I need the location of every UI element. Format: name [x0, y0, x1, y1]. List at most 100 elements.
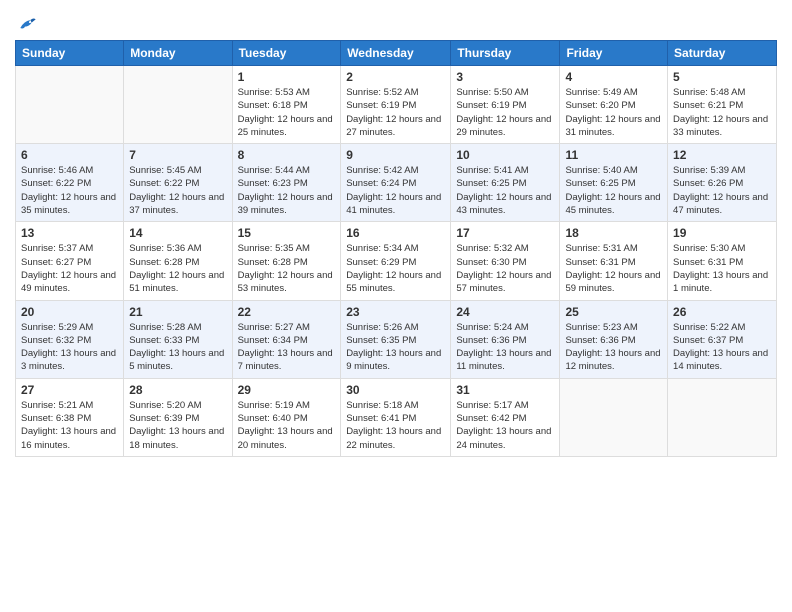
day-number: 21 — [129, 305, 226, 319]
cell-content: Sunrise: 5:41 AMSunset: 6:25 PMDaylight:… — [456, 164, 554, 217]
sunrise-text: Sunrise: 5:29 AM — [21, 322, 93, 333]
sunset-text: Sunset: 6:18 PM — [238, 100, 308, 111]
calendar-table: SundayMondayTuesdayWednesdayThursdayFrid… — [15, 40, 777, 457]
calendar-cell: 13Sunrise: 5:37 AMSunset: 6:27 PMDayligh… — [16, 222, 124, 300]
daylight-text: Daylight: 13 hours and 14 minutes. — [673, 348, 768, 372]
daylight-text: Daylight: 12 hours and 53 minutes. — [238, 270, 333, 294]
calendar-header-row: SundayMondayTuesdayWednesdayThursdayFrid… — [16, 41, 777, 66]
cell-content: Sunrise: 5:32 AMSunset: 6:30 PMDaylight:… — [456, 242, 554, 295]
sunrise-text: Sunrise: 5:22 AM — [673, 322, 745, 333]
sunset-text: Sunset: 6:28 PM — [129, 257, 199, 268]
sunrise-text: Sunrise: 5:48 AM — [673, 87, 745, 98]
sunrise-text: Sunrise: 5:31 AM — [565, 243, 637, 254]
sunset-text: Sunset: 6:33 PM — [129, 335, 199, 346]
day-number: 26 — [673, 305, 771, 319]
day-number: 4 — [565, 70, 662, 84]
calendar-cell: 7Sunrise: 5:45 AMSunset: 6:22 PMDaylight… — [124, 144, 232, 222]
day-number: 31 — [456, 383, 554, 397]
calendar-week-row: 20Sunrise: 5:29 AMSunset: 6:32 PMDayligh… — [16, 300, 777, 378]
calendar-week-row: 6Sunrise: 5:46 AMSunset: 6:22 PMDaylight… — [16, 144, 777, 222]
sunset-text: Sunset: 6:30 PM — [456, 257, 526, 268]
sunset-text: Sunset: 6:28 PM — [238, 257, 308, 268]
cell-content: Sunrise: 5:46 AMSunset: 6:22 PMDaylight:… — [21, 164, 118, 217]
calendar-cell: 3Sunrise: 5:50 AMSunset: 6:19 PMDaylight… — [451, 66, 560, 144]
calendar-cell: 12Sunrise: 5:39 AMSunset: 6:26 PMDayligh… — [668, 144, 777, 222]
calendar-cell: 11Sunrise: 5:40 AMSunset: 6:25 PMDayligh… — [560, 144, 668, 222]
cell-content: Sunrise: 5:48 AMSunset: 6:21 PMDaylight:… — [673, 86, 771, 139]
daylight-text: Daylight: 12 hours and 25 minutes. — [238, 114, 333, 138]
cell-content: Sunrise: 5:36 AMSunset: 6:28 PMDaylight:… — [129, 242, 226, 295]
sunset-text: Sunset: 6:36 PM — [456, 335, 526, 346]
calendar-day-header: Thursday — [451, 41, 560, 66]
day-number: 18 — [565, 226, 662, 240]
day-number: 25 — [565, 305, 662, 319]
calendar-day-header: Tuesday — [232, 41, 341, 66]
sunrise-text: Sunrise: 5:19 AM — [238, 400, 310, 411]
cell-content: Sunrise: 5:40 AMSunset: 6:25 PMDaylight:… — [565, 164, 662, 217]
calendar-cell — [560, 378, 668, 456]
sunrise-text: Sunrise: 5:39 AM — [673, 165, 745, 176]
cell-content: Sunrise: 5:24 AMSunset: 6:36 PMDaylight:… — [456, 321, 554, 374]
calendar-week-row: 1Sunrise: 5:53 AMSunset: 6:18 PMDaylight… — [16, 66, 777, 144]
calendar-cell: 19Sunrise: 5:30 AMSunset: 6:31 PMDayligh… — [668, 222, 777, 300]
daylight-text: Daylight: 13 hours and 5 minutes. — [129, 348, 224, 372]
daylight-text: Daylight: 12 hours and 43 minutes. — [456, 192, 551, 216]
sunrise-text: Sunrise: 5:17 AM — [456, 400, 528, 411]
sunset-text: Sunset: 6:31 PM — [673, 257, 743, 268]
sunrise-text: Sunrise: 5:34 AM — [346, 243, 418, 254]
daylight-text: Daylight: 13 hours and 24 minutes. — [456, 426, 551, 450]
sunset-text: Sunset: 6:40 PM — [238, 413, 308, 424]
sunset-text: Sunset: 6:22 PM — [21, 178, 91, 189]
calendar-cell: 31 Sunrise: 5:17 AMSunset: 6:42 PMDayligh… — [451, 378, 560, 456]
cell-content: Sunrise: 5:28 AMSunset: 6:33 PMDaylight:… — [129, 321, 226, 374]
sunset-text: Sunset: 6:21 PM — [673, 100, 743, 111]
calendar-cell — [124, 66, 232, 144]
sunset-text: Sunset: 6:29 PM — [346, 257, 416, 268]
daylight-text: Daylight: 13 hours and 22 minutes. — [346, 426, 441, 450]
cell-content: Sunrise: 5:21 AMSunset: 6:38 PMDaylight:… — [21, 399, 118, 452]
day-number: 30 — [346, 383, 445, 397]
cell-content: Sunrise: 5:20 AMSunset: 6:39 PMDaylight:… — [129, 399, 226, 452]
cell-content: Sunrise: 5:19 AMSunset: 6:40 PMDaylight:… — [238, 399, 336, 452]
day-number: 15 — [238, 226, 336, 240]
day-number: 22 — [238, 305, 336, 319]
daylight-text: Daylight: 12 hours and 39 minutes. — [238, 192, 333, 216]
sunset-text: Sunset: 6:37 PM — [673, 335, 743, 346]
cell-content: Sunrise: 5:44 AMSunset: 6:23 PMDaylight:… — [238, 164, 336, 217]
sunset-text: Sunset: 6:32 PM — [21, 335, 91, 346]
day-number: 16 — [346, 226, 445, 240]
logo — [15, 10, 37, 34]
sunrise-text: Sunrise: 5:23 AM — [565, 322, 637, 333]
daylight-text: Daylight: 12 hours and 31 minutes. — [565, 114, 660, 138]
cell-content: Sunrise: 5:26 AMSunset: 6:35 PMDaylight:… — [346, 321, 445, 374]
cell-content: Sunrise: 5:17 AMSunset: 6:42 PMDaylight:… — [456, 399, 554, 452]
calendar-day-header: Monday — [124, 41, 232, 66]
cell-content: Sunrise: 5:18 AMSunset: 6:41 PMDaylight:… — [346, 399, 445, 452]
cell-content: Sunrise: 5:52 AMSunset: 6:19 PMDaylight:… — [346, 86, 445, 139]
calendar-cell: 22Sunrise: 5:27 AMSunset: 6:34 PMDayligh… — [232, 300, 341, 378]
calendar-cell: 25Sunrise: 5:23 AMSunset: 6:36 PMDayligh… — [560, 300, 668, 378]
day-number: 2 — [346, 70, 445, 84]
cell-content: Sunrise: 5:30 AMSunset: 6:31 PMDaylight:… — [673, 242, 771, 295]
sunrise-text: Sunrise: 5:41 AM — [456, 165, 528, 176]
cell-content: Sunrise: 5:42 AMSunset: 6:24 PMDaylight:… — [346, 164, 445, 217]
cell-content: Sunrise: 5:34 AMSunset: 6:29 PMDaylight:… — [346, 242, 445, 295]
daylight-text: Daylight: 13 hours and 7 minutes. — [238, 348, 333, 372]
daylight-text: Daylight: 12 hours and 37 minutes. — [129, 192, 224, 216]
calendar-cell — [668, 378, 777, 456]
sunset-text: Sunset: 6:20 PM — [565, 100, 635, 111]
sunset-text: Sunset: 6:35 PM — [346, 335, 416, 346]
calendar-cell: 5Sunrise: 5:48 AMSunset: 6:21 PMDaylight… — [668, 66, 777, 144]
daylight-text: Daylight: 12 hours and 49 minutes. — [21, 270, 116, 294]
sunrise-text: Sunrise: 5:45 AM — [129, 165, 201, 176]
calendar-cell: 9Sunrise: 5:42 AMSunset: 6:24 PMDaylight… — [341, 144, 451, 222]
calendar-cell: 8Sunrise: 5:44 AMSunset: 6:23 PMDaylight… — [232, 144, 341, 222]
sunrise-text: Sunrise: 5:32 AM — [456, 243, 528, 254]
sunset-text: Sunset: 6:19 PM — [456, 100, 526, 111]
daylight-text: Daylight: 13 hours and 16 minutes. — [21, 426, 116, 450]
day-number: 28 — [129, 383, 226, 397]
sunset-text: Sunset: 6:26 PM — [673, 178, 743, 189]
sunrise-text: Sunrise: 5:18 AM — [346, 400, 418, 411]
cell-content: Sunrise: 5:29 AMSunset: 6:32 PMDaylight:… — [21, 321, 118, 374]
calendar-cell: 10Sunrise: 5:41 AMSunset: 6:25 PMDayligh… — [451, 144, 560, 222]
